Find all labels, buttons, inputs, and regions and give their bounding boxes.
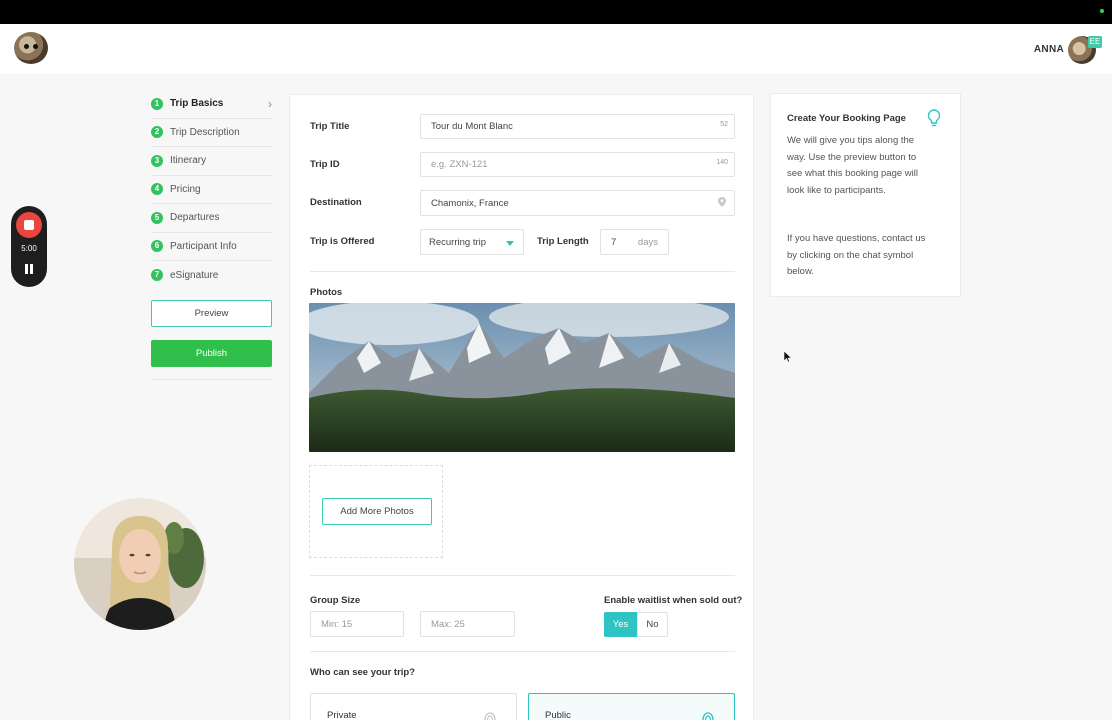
trip-length-value: 7 — [611, 236, 617, 248]
waitlist-label: Enable waitlist when sold out? — [604, 595, 743, 606]
trip-length-label: Trip Length — [537, 236, 589, 247]
sidebar-item-label: Itinerary — [170, 155, 207, 167]
mountain-photo-image — [309, 303, 735, 452]
divider — [151, 379, 272, 380]
user-name[interactable]: ANNA — [1034, 44, 1064, 55]
trip-offered-value: Recurring trip — [429, 236, 487, 248]
stop-record-icon[interactable] — [16, 212, 42, 238]
step-number: 2 — [151, 126, 163, 139]
trip-length-unit: days — [637, 236, 658, 248]
pause-icon[interactable] — [24, 264, 34, 274]
destination-label: Destination — [310, 197, 362, 208]
char-counter: 52 — [720, 121, 728, 128]
fingerprint-icon — [484, 712, 496, 720]
step-number: 1 — [151, 97, 163, 110]
chevron-right-icon: › — [268, 97, 272, 111]
visibility-public-option[interactable]: Public — [528, 693, 735, 720]
group-size-max: Max: 25 — [431, 618, 465, 630]
steps-sidebar: 1 Trip Basics › 2 Trip Description 3 Iti… — [151, 90, 272, 380]
destination-value: Chamonix, France — [431, 197, 509, 209]
fingerprint-icon — [702, 712, 714, 720]
step-number: 7 — [151, 269, 163, 282]
divider — [310, 575, 735, 576]
trip-title-value: Tour du Mont Blanc — [431, 121, 513, 132]
trip-id-placeholder: e.g. ZXN-121 — [431, 159, 488, 170]
visibility-private-option[interactable]: Private — [310, 693, 517, 720]
trip-photo[interactable] — [309, 303, 735, 452]
step-number: 5 — [151, 211, 163, 224]
user-badge: EE — [1088, 36, 1102, 48]
top-bar — [0, 0, 1112, 24]
sidebar-item-participant-info[interactable]: 6 Participant Info — [151, 233, 272, 261]
screen-recorder: 5:00 — [11, 206, 47, 287]
sidebar-item-label: Trip Basics — [170, 98, 224, 110]
step-number: 4 — [151, 183, 163, 196]
sidebar-item-label: Participant Info — [170, 240, 237, 252]
trip-title-input[interactable]: Tour du Mont Blanc 52 — [420, 114, 735, 139]
group-size-max-input[interactable]: Max: 25 — [420, 611, 515, 637]
destination-input[interactable]: Chamonix, France — [420, 190, 735, 216]
sidebar-item-label: Departures — [170, 212, 220, 224]
app-header: ANNA EE — [0, 24, 1112, 74]
group-size-min-input[interactable]: Min: 15 — [310, 611, 404, 637]
logo-icon[interactable] — [14, 32, 48, 64]
char-counter: 140 — [716, 159, 728, 166]
sidebar-item-label: eSignature — [170, 269, 219, 281]
preview-button[interactable]: Preview — [151, 300, 272, 327]
sidebar-item-esignature[interactable]: 7 eSignature — [151, 261, 272, 290]
waitlist-yes-button[interactable]: Yes — [604, 612, 637, 637]
logo-eye — [24, 44, 29, 49]
visibility-label: Who can see your trip? — [310, 667, 416, 678]
sidebar-item-label: Trip Description — [170, 126, 240, 138]
trip-title-label: Trip Title — [310, 121, 350, 132]
caret-down-icon — [506, 241, 514, 246]
tips-paragraph: We will give you tips along the way. Use… — [787, 135, 918, 196]
public-label: Public — [545, 710, 571, 720]
add-more-photos-button[interactable]: Add More Photos — [322, 498, 432, 525]
private-label: Private — [327, 710, 357, 720]
webcam-video-image — [74, 498, 206, 630]
tips-title: Create Your Booking Page — [787, 113, 906, 124]
status-dot — [1100, 9, 1104, 13]
group-size-label: Group Size — [310, 595, 361, 606]
logo-eye — [33, 44, 38, 49]
trip-basics-form: Trip Title Tour du Mont Blanc 52 Trip ID… — [289, 94, 754, 720]
sidebar-item-trip-basics[interactable]: 1 Trip Basics › — [151, 90, 272, 119]
map-pin-icon — [718, 197, 726, 207]
add-photo-dropzone[interactable]: Add More Photos — [309, 465, 443, 558]
trip-offered-label: Trip is Offered — [310, 236, 375, 247]
sidebar-item-trip-description[interactable]: 2 Trip Description — [151, 119, 272, 147]
lightbulb-icon — [927, 109, 941, 127]
photos-label: Photos — [310, 287, 343, 298]
divider — [310, 271, 735, 272]
mouse-cursor-icon — [784, 351, 792, 363]
sidebar-item-label: Pricing — [170, 183, 201, 195]
publish-button[interactable]: Publish — [151, 340, 272, 367]
trip-id-input[interactable]: e.g. ZXN-121 140 — [420, 152, 735, 177]
divider — [310, 651, 735, 652]
sidebar-item-pricing[interactable]: 4 Pricing — [151, 176, 272, 204]
sidebar-item-itinerary[interactable]: 3 Itinerary — [151, 147, 272, 176]
tips-paragraph: If you have questions, contact us by cli… — [787, 233, 926, 277]
trip-length-input[interactable]: 7 days — [600, 229, 669, 255]
trip-id-label: Trip ID — [310, 159, 340, 170]
sidebar-item-departures[interactable]: 5 Departures — [151, 204, 272, 233]
tips-panel: Create Your Booking Page We will give yo… — [770, 93, 961, 297]
waitlist-no-button[interactable]: No — [637, 612, 668, 637]
group-size-min: Min: 15 — [321, 618, 353, 630]
record-timer: 5:00 — [21, 244, 37, 253]
trip-offered-select[interactable]: Recurring trip — [420, 229, 524, 255]
webcam-bubble[interactable] — [74, 498, 206, 630]
step-number: 3 — [151, 154, 163, 167]
step-number: 6 — [151, 240, 163, 253]
